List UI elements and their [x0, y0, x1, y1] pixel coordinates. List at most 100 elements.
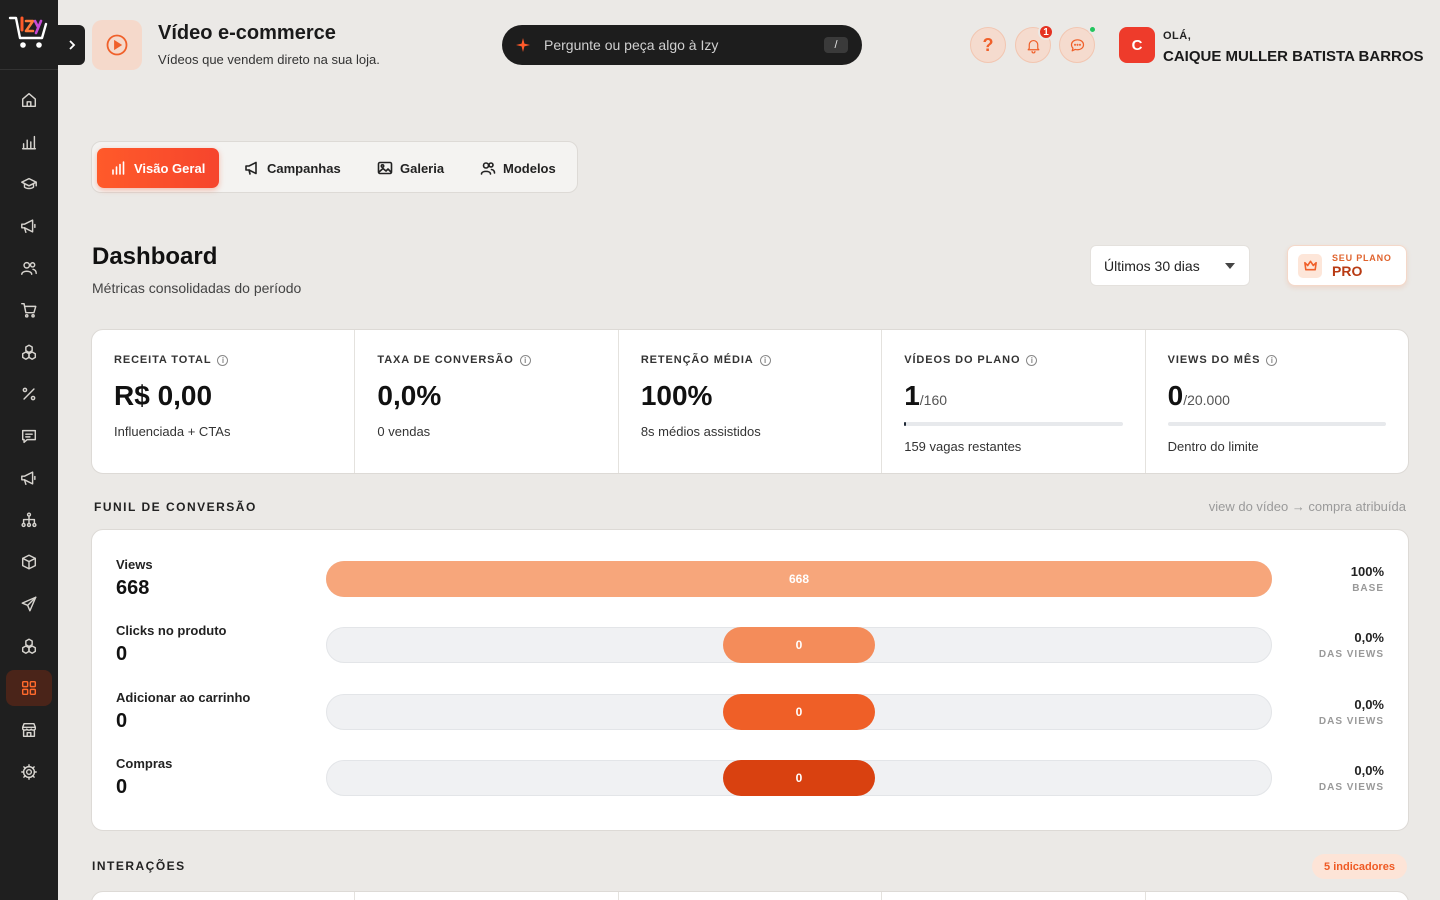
notifications-button[interactable]: 1: [1015, 24, 1054, 63]
funnel-bar: 668: [326, 561, 1272, 597]
package-icon: [21, 554, 37, 570]
megaphone-icon: [21, 219, 36, 234]
period-select[interactable]: Últimos 30 dias: [1090, 245, 1250, 286]
crown-icon-box: [1298, 253, 1322, 278]
funnel-stage-name: Views: [116, 557, 153, 572]
sidebar-item-percent[interactable]: [6, 376, 52, 412]
ask-izy-bar[interactable]: /: [502, 25, 862, 65]
info-icon[interactable]: i: [1026, 354, 1038, 366]
funnel-row-views: Views 668 668 100% BASE: [92, 557, 1408, 617]
info-icon[interactable]: i: [519, 354, 531, 366]
sidebar-item-bar-chart[interactable]: [6, 124, 52, 160]
page-title: Vídeo e-commerce: [158, 22, 336, 44]
funnel-stage-name: Adicionar ao carrinho: [116, 690, 251, 705]
tab-bar: Visão Geral Campanhas Galeria Modelos: [91, 141, 578, 193]
metric-progress-bar: [1167, 422, 1387, 426]
plan-badge[interactable]: SEU PLANO PRO: [1287, 245, 1407, 286]
sidebar-item-home[interactable]: [6, 82, 52, 118]
info-icon[interactable]: i: [217, 354, 229, 366]
funnel-row-clicks: Clicks no produto 0 0 0,0% DAS VIEWS: [92, 623, 1408, 683]
chat-bubble-icon: [1070, 38, 1084, 51]
megaphone-icon: [245, 161, 257, 175]
chat-button[interactable]: [1059, 25, 1097, 63]
funnel-stage-percent-label: DAS VIEWS: [1318, 782, 1384, 793]
interactions-section-title: INTERAÇÕES: [92, 859, 186, 873]
metric-value: 0: [1167, 380, 1184, 411]
help-button[interactable]: ?: [970, 27, 1006, 63]
users-icon: [480, 162, 496, 175]
funnel-row-purchases: Compras 0 0 0,0% DAS VIEWS: [92, 756, 1408, 816]
metric-receita-total: RECEITA TOTAL i R$ 0,00 Influenciada + CT…: [92, 330, 356, 473]
tab-label: Visão Geral: [134, 160, 206, 176]
megaphone-icon: [21, 471, 36, 486]
sidebar-item-message-square[interactable]: [6, 418, 52, 454]
funnel-stage-name: Clicks no produto: [116, 623, 227, 638]
bar-chart-icon: [21, 135, 37, 150]
funnel-stage-percent-label: DAS VIEWS: [1318, 649, 1384, 660]
sidebar-item-cart[interactable]: [6, 292, 52, 328]
funnel-track: 0: [326, 694, 1272, 730]
sidebar-item-settings[interactable]: [6, 754, 52, 790]
metric-label: TAXA DE CONVERSÃO: [377, 354, 514, 366]
caret-down-icon: [1225, 262, 1235, 269]
tab-label: Galeria: [400, 160, 445, 176]
sidebar-item-boxes[interactable]: [6, 628, 52, 664]
metric-videos-plano: VÍDEOS DO PLANO i 1/160 159 vagas restant…: [882, 330, 1146, 473]
sidebar-item-megaphone[interactable]: [6, 208, 52, 244]
avatar[interactable]: C: [1119, 27, 1155, 63]
greeting-label: OLÁ,: [1163, 30, 1192, 42]
chevron-right-icon: [68, 40, 75, 50]
info-icon[interactable]: i: [1266, 354, 1278, 366]
tab-label: Modelos: [503, 160, 556, 176]
dashboard-subtitle: Métricas consolidadas do período: [92, 280, 302, 296]
users-icon: [21, 261, 37, 276]
tab-visao-geral[interactable]: Visão Geral: [97, 148, 220, 188]
send-icon: [21, 596, 37, 612]
tab-modelos[interactable]: Modelos: [466, 148, 570, 188]
sparkle-icon: [516, 38, 530, 52]
funnel-bar: 0: [723, 760, 875, 796]
metric-note: 159 vagas restantes: [904, 439, 1022, 454]
sidebar-item-boxes[interactable]: [6, 334, 52, 370]
tab-galeria[interactable]: Galeria: [363, 148, 458, 188]
ask-izy-input[interactable]: [544, 37, 824, 53]
metric-value: 0,0%: [377, 380, 442, 411]
bar-chart-icon: [112, 161, 125, 175]
sidebar-expand-button[interactable]: [58, 25, 85, 65]
funnel-track: 0: [326, 627, 1272, 663]
home-icon: [21, 92, 37, 108]
tab-label: Campanhas: [267, 160, 341, 176]
sidebar-item-grid[interactable]: [6, 670, 52, 706]
interaction-cell: [92, 892, 356, 900]
metric-note: 0 vendas: [377, 424, 431, 439]
sidebar-item-store[interactable]: [6, 712, 52, 748]
metric-note: Dentro do limite: [1167, 439, 1259, 454]
sidebar-item-package[interactable]: [6, 544, 52, 580]
interaction-cell: [355, 892, 619, 900]
user-name[interactable]: CAIQUE MULLER BATISTA BARROS: [1163, 48, 1424, 65]
funnel-hint: view do vídeo → compra atribuída: [1208, 499, 1406, 514]
metric-suffix: /160: [919, 392, 948, 408]
grid-icon: [21, 680, 37, 696]
funnel-row-add-to-cart: Adicionar ao carrinho 0 0 0,0% DAS VIEWS: [92, 690, 1408, 750]
sidebar-item-megaphone[interactable]: [6, 460, 52, 496]
funnel-stage-count: 0: [116, 776, 128, 798]
metric-progress-bar: [904, 422, 1123, 426]
info-icon[interactable]: i: [759, 354, 771, 366]
funnel-section-title: FUNIL DE CONVERSÃO: [94, 500, 257, 514]
interaction-cell: [1146, 892, 1408, 900]
funnel-stage-percent: 100%: [1350, 564, 1384, 579]
funnel-track: 668: [326, 561, 1272, 597]
sidebar-item-send[interactable]: [6, 586, 52, 622]
funnel-card: Views 668 668 100% BASE Clicks no produt…: [91, 529, 1409, 831]
sidebar-item-graduation-cap[interactable]: [6, 166, 52, 202]
dashboard-title: Dashboard: [92, 243, 218, 270]
funnel-track: 0: [326, 760, 1272, 796]
tab-campanhas[interactable]: Campanhas: [230, 148, 355, 188]
funnel-stage-name: Compras: [116, 756, 173, 771]
izy-logo[interactable]: [8, 12, 50, 52]
sidebar-item-network[interactable]: [6, 502, 52, 538]
sidebar-item-users[interactable]: [6, 250, 52, 286]
funnel-stage-count: 0: [116, 710, 128, 732]
network-icon: [21, 512, 37, 528]
